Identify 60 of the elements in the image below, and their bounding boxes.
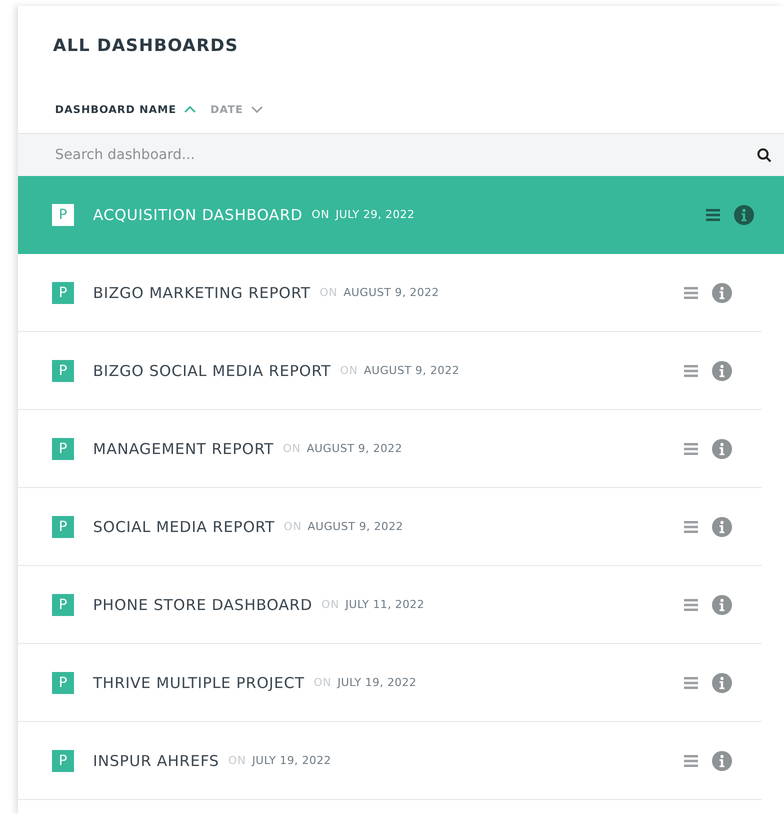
- date-prefix: ON: [321, 598, 340, 611]
- dashboard-badge: P: [52, 516, 74, 538]
- menu-icon[interactable]: [684, 364, 698, 376]
- info-icon[interactable]: [712, 438, 732, 458]
- dashboard-row[interactable]: P INSPUR AHREFS ON JULY 19, 2022: [18, 722, 762, 800]
- date-prefix: ON: [284, 520, 302, 533]
- menu-icon[interactable]: [684, 676, 698, 688]
- info-icon[interactable]: [712, 594, 732, 614]
- menu-icon[interactable]: [684, 754, 698, 766]
- menu-icon[interactable]: [684, 520, 698, 532]
- dashboard-name: PHONE STORE DASHBOARD: [93, 596, 312, 614]
- info-icon[interactable]: [712, 282, 732, 302]
- date-prefix: ON: [314, 676, 332, 689]
- dashboard-row[interactable]: P BIZGO MARKETING REPORT ON AUGUST 9, 2022: [18, 254, 762, 332]
- dashboard-badge: P: [52, 438, 74, 460]
- dashboard-date: JULY 11, 2022: [345, 598, 424, 611]
- date-prefix: ON: [312, 208, 330, 221]
- dashboard-row[interactable]: P SOCIAL MEDIA REPORT ON AUGUST 9, 2022: [18, 488, 762, 566]
- search-field[interactable]: Search dashboard...: [53, 146, 757, 164]
- dashboard-row[interactable]: P PHONE STORE DASHBOARD ON JULY 11, 2022: [18, 566, 762, 644]
- info-icon[interactable]: [734, 204, 754, 224]
- date-prefix: ON: [340, 364, 358, 377]
- date-prefix: ON: [320, 286, 338, 299]
- page-title: ALL DASHBOARDS: [52, 35, 240, 58]
- dashboard-name: BIZGO SOCIAL MEDIA REPORT: [93, 362, 331, 380]
- dashboard-name: BIZGO MARKETING REPORT: [93, 284, 311, 302]
- dashboard-date: AUGUST 9, 2022: [364, 364, 460, 377]
- dashboard-date: JULY 19, 2022: [252, 754, 332, 767]
- date-prefix: ON: [228, 754, 246, 767]
- search-bar[interactable]: Search dashboard...: [18, 133, 784, 176]
- dashboard-row[interactable]: P MANAGEMENT REPORT ON AUGUST 9, 2022: [18, 410, 762, 488]
- dashboard-name: THRIVE MULTIPLE PROJECT: [93, 674, 305, 692]
- menu-icon[interactable]: [684, 598, 698, 610]
- info-icon[interactable]: [712, 750, 732, 770]
- dashboard-name: INSPUR AHREFS: [93, 752, 220, 770]
- dashboard-badge: P: [52, 672, 74, 694]
- dashboard-badge: P: [52, 204, 74, 226]
- dashboard-badge: P: [52, 360, 74, 382]
- sort-option[interactable]: DASHBOARD NAME: [55, 104, 196, 116]
- dashboard-date: JULY 29, 2022: [336, 208, 415, 221]
- dashboard-date: AUGUST 9, 2022: [308, 520, 404, 533]
- dashboard-badge: P: [52, 750, 74, 772]
- dashboard-name: SOCIAL MEDIA REPORT: [93, 518, 275, 536]
- menu-icon[interactable]: [706, 208, 720, 220]
- dashboard-badge: P: [52, 282, 74, 304]
- dashboard-name: ACQUISITION DASHBOARD: [93, 206, 303, 224]
- dashboard-date: AUGUST 9, 2022: [306, 442, 402, 455]
- search-icon[interactable]: [757, 148, 772, 162]
- info-icon[interactable]: [712, 360, 732, 380]
- menu-icon[interactable]: [684, 442, 698, 454]
- menu-icon[interactable]: [684, 286, 698, 298]
- dashboard-name: MANAGEMENT REPORT: [93, 440, 274, 458]
- dashboard-row[interactable]: P BIZGO SOCIAL MEDIA REPORT ON AUGUST 9, 2022: [18, 332, 762, 410]
- dashboard-date: AUGUST 9, 2022: [343, 286, 440, 299]
- dashboard-badge: P: [52, 594, 74, 616]
- date-prefix: ON: [282, 442, 301, 455]
- dashboard-row[interactable]: P THRIVE MULTIPLE PROJECT ON JULY 19, 2022: [18, 644, 762, 722]
- info-icon[interactable]: [712, 516, 732, 536]
- dashboard-date: JULY 19, 2022: [337, 676, 417, 689]
- info-icon[interactable]: [712, 672, 732, 692]
